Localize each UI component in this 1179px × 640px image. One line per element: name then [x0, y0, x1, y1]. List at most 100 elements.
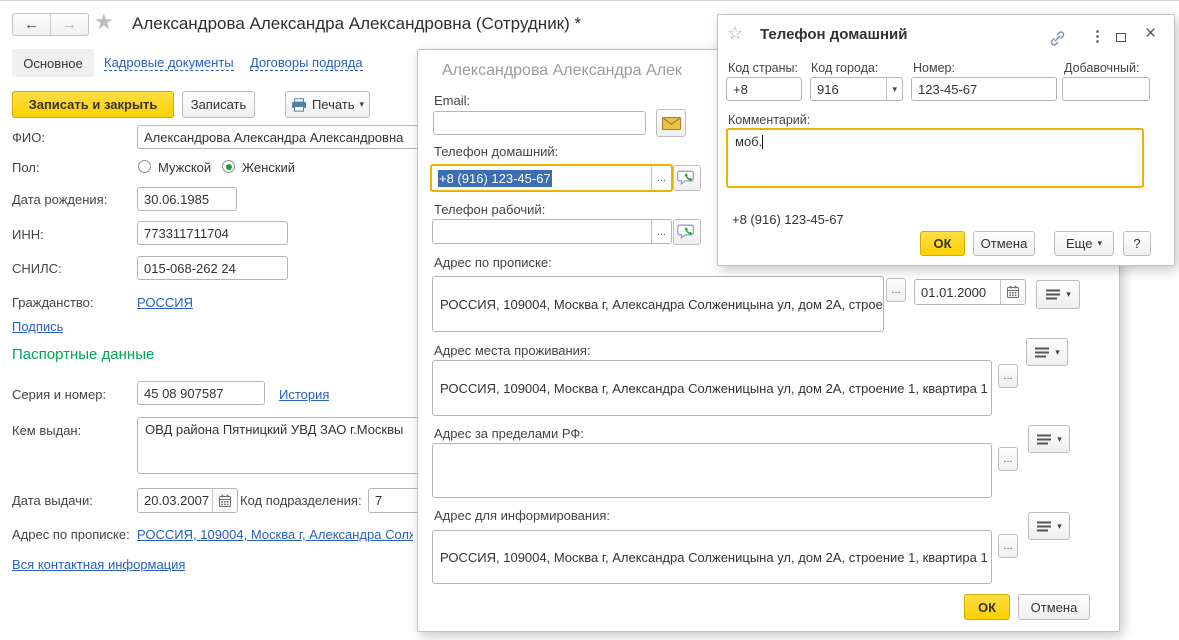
maximize-icon[interactable]	[1116, 33, 1126, 42]
phone-cancel-button[interactable]: Отмена	[973, 231, 1035, 256]
envelope-icon	[662, 117, 681, 130]
addr-foreign-menu-button[interactable]: ▾	[1028, 425, 1070, 453]
tab-main-label: Основное	[23, 56, 83, 71]
phone-home-label: Телефон домашний:	[434, 145, 558, 159]
addr-reg-textarea[interactable]: РОССИЯ, 109004, Москва г, Александра Сол…	[432, 276, 884, 332]
send-email-button[interactable]	[656, 109, 686, 137]
country-code-input[interactable]: +8	[726, 77, 802, 101]
number-input[interactable]: 123-45-67	[911, 77, 1057, 101]
addr-info-textarea[interactable]: РОССИЯ, 109004, Москва г, Александра Сол…	[432, 530, 992, 584]
addr-foreign-ellipsis-button[interactable]: ...	[998, 447, 1018, 471]
addr-reg-label: Адрес по прописке:	[434, 256, 552, 270]
gender-male-radio[interactable]	[138, 160, 151, 173]
extension-label: Добавочный:	[1064, 61, 1139, 75]
snils-label: СНИЛС:	[12, 262, 62, 276]
fio-label: ФИО:	[12, 131, 45, 145]
addr-living-ellipsis-button[interactable]: ...	[998, 364, 1018, 388]
phone-work-label: Телефон рабочий:	[434, 203, 545, 217]
calendar-icon[interactable]	[212, 489, 237, 512]
print-button[interactable]: Печать ▾	[285, 91, 370, 118]
nav-buttons: ← →	[12, 13, 89, 36]
favorite-star-outline-icon[interactable]: ☆	[727, 23, 743, 44]
phone-dialog-title: Телефон домашний	[760, 26, 907, 43]
contact-ok-button[interactable]: ОК	[964, 594, 1010, 620]
close-icon[interactable]: ×	[1145, 23, 1156, 45]
addr-living-menu-button[interactable]: ▾	[1026, 338, 1068, 366]
gender-female-radio[interactable]	[222, 160, 235, 173]
hamburger-icon	[1034, 346, 1050, 359]
reg-address-link[interactable]: РОССИЯ, 109004, Москва г, Александра Сол…	[137, 528, 413, 542]
print-label: Печать	[312, 97, 355, 112]
all-contacts-link[interactable]: Вся контактная информация	[12, 558, 185, 572]
phone-home-call-button[interactable]	[673, 165, 701, 191]
passport-series-input[interactable]: 45 08 907587	[137, 381, 265, 405]
email-label: Email:	[434, 94, 470, 108]
forward-arrow-icon: →	[62, 16, 77, 33]
birth-date-label: Дата рождения:	[12, 193, 107, 207]
signature-link[interactable]: Подпись	[12, 320, 63, 334]
inn-input[interactable]: 773311711704	[137, 221, 288, 245]
addr-reg-date-value: 01.01.2000	[921, 285, 986, 300]
nav-forward-button[interactable]: →	[51, 14, 88, 35]
issued-by-textarea[interactable]: ОВД района Пятницкий УВД ЗАО г.Москвы	[137, 417, 427, 474]
caret-down-icon: ▾	[360, 100, 365, 109]
citizenship-link[interactable]: РОССИЯ	[137, 296, 193, 310]
issue-date-input[interactable]: 20.03.2007	[137, 488, 238, 513]
addr-info-menu-button[interactable]: ▾	[1028, 512, 1070, 540]
phone-ok-button[interactable]: ОК	[920, 231, 965, 256]
gender-label: Пол:	[12, 161, 40, 175]
city-code-dropdown-button[interactable]: ▾	[886, 78, 902, 100]
passport-history-link[interactable]: История	[279, 388, 329, 402]
addr-foreign-textarea[interactable]	[432, 443, 992, 498]
caret-down-icon: ▾	[1055, 348, 1060, 357]
nav-back-button[interactable]: ←	[13, 14, 51, 35]
city-code-combo[interactable]: 916 ▾	[810, 77, 903, 101]
hamburger-icon	[1036, 433, 1052, 446]
tab-main[interactable]: Основное	[12, 49, 94, 77]
fio-input[interactable]: Александрова Александра Александровна	[137, 125, 427, 149]
phone-help-button[interactable]: ?	[1123, 231, 1151, 256]
phone-home-ellipsis-button[interactable]: ...	[651, 166, 671, 190]
save-close-button[interactable]: Записать и закрыть	[12, 91, 174, 118]
phone-bubble-icon	[677, 224, 697, 241]
tab-contracts[interactable]: Договоры подряда	[250, 56, 363, 71]
dept-code-label: Код подразделения:	[240, 494, 362, 508]
addr-reg-ellipsis-button[interactable]: ...	[886, 278, 906, 302]
number-label: Номер:	[913, 61, 955, 75]
addr-foreign-label: Адрес за пределами РФ:	[434, 427, 584, 441]
passport-series-label: Серия и номер:	[12, 388, 106, 402]
contact-dialog-title: Александрова Александра Алек	[442, 62, 682, 80]
link-icon[interactable]	[1049, 30, 1066, 47]
extension-input[interactable]	[1062, 77, 1150, 101]
gender-male-label[interactable]: Мужской	[158, 161, 211, 175]
hamburger-icon	[1045, 288, 1061, 301]
save-button[interactable]: Записать	[182, 91, 255, 118]
email-input[interactable]	[433, 111, 646, 135]
contact-cancel-button[interactable]: Отмена	[1018, 594, 1090, 620]
phone-more-button[interactable]: Еще ▾	[1054, 231, 1114, 256]
phone-home-input[interactable]: +8 (916) 123-45-67 ...	[430, 164, 673, 192]
page-title: Александрова Александра Александровна (С…	[132, 14, 581, 34]
addr-info-ellipsis-button[interactable]: ...	[998, 534, 1018, 558]
calendar-icon[interactable]	[1000, 280, 1025, 304]
snils-input[interactable]: 015-068-262 24	[137, 256, 288, 280]
caret-down-icon: ▾	[1057, 435, 1062, 444]
issue-date-label: Дата выдачи:	[12, 494, 93, 508]
phone-work-ellipsis-button[interactable]: ...	[651, 220, 671, 243]
city-code-label: Код города:	[811, 61, 878, 75]
phone-work-call-button[interactable]	[673, 219, 701, 245]
more-dots-icon[interactable]: ⋮	[1090, 27, 1105, 45]
addr-living-textarea[interactable]: РОССИЯ, 109004, Москва г, Александра Сол…	[432, 360, 992, 416]
citizenship-label: Гражданство:	[12, 296, 94, 310]
gender-female-label[interactable]: Женский	[242, 161, 295, 175]
phone-work-input[interactable]: ...	[432, 219, 672, 244]
addr-reg-menu-button[interactable]: ▾	[1036, 280, 1080, 309]
inn-label: ИНН:	[12, 228, 44, 242]
comment-value: моб.	[735, 134, 762, 149]
favorite-star-icon[interactable]: ★	[94, 9, 114, 35]
birth-date-input[interactable]: 30.06.1985	[137, 187, 237, 211]
addr-reg-date-input[interactable]: 01.01.2000	[914, 279, 1026, 305]
more-label: Еще	[1066, 236, 1092, 251]
tab-hr-documents[interactable]: Кадровые документы	[104, 56, 234, 71]
comment-textarea[interactable]: моб.	[726, 128, 1144, 188]
